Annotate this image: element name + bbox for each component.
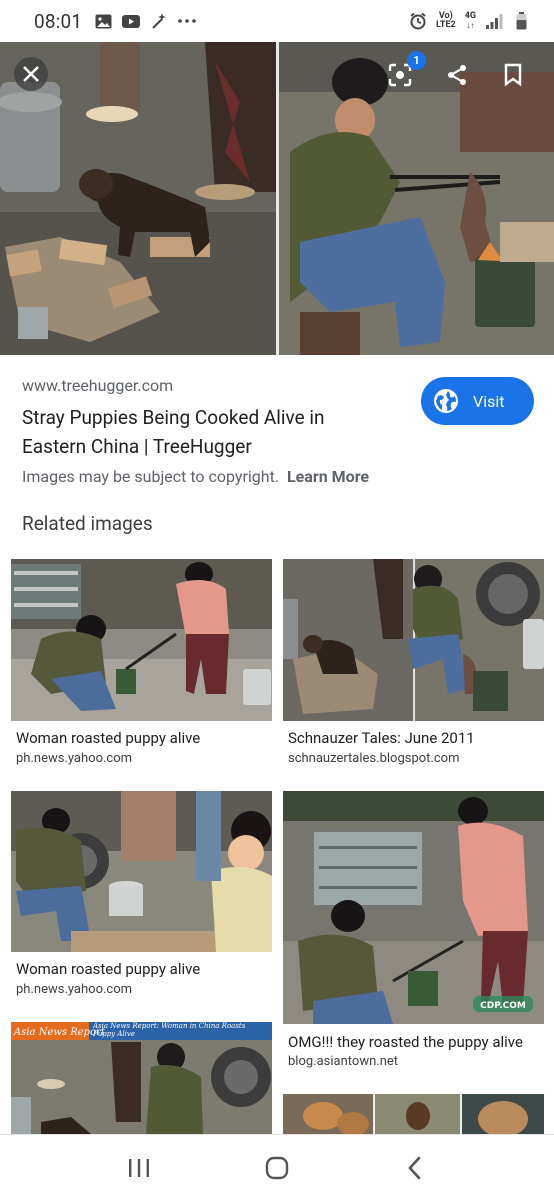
network-indicator: 4G ↓↑ xyxy=(464,11,476,31)
visit-button[interactable]: Visit xyxy=(421,377,534,425)
related-card-title[interactable]: Woman roasted puppy alive xyxy=(16,729,200,747)
volte-bottom-label: LTE2 xyxy=(436,20,456,30)
related-image-thumb[interactable] xyxy=(11,791,272,952)
source-domain[interactable]: www.treehugger.com xyxy=(22,376,173,395)
main-image-viewer[interactable] xyxy=(0,42,554,355)
close-button[interactable] xyxy=(14,57,48,91)
back-button[interactable] xyxy=(385,1143,445,1193)
related-image-thumb[interactable] xyxy=(283,559,544,721)
signal-icon xyxy=(485,12,503,30)
alarm-icon xyxy=(409,12,427,30)
home-icon xyxy=(265,1156,289,1179)
close-icon xyxy=(23,66,39,82)
related-photo xyxy=(283,1094,544,1134)
recent-apps-icon xyxy=(129,1158,149,1177)
bookmark-icon xyxy=(504,63,522,87)
related-photo: Asia News Report Asia News Report: Woman… xyxy=(11,1022,272,1134)
gallery-icon xyxy=(94,12,112,30)
main-photo xyxy=(0,42,554,355)
related-card-source: ph.news.yahoo.com xyxy=(16,982,133,997)
volte-icon: Vo) LTE2 xyxy=(436,12,456,30)
share-button[interactable] xyxy=(440,58,474,92)
more-dots-icon xyxy=(178,12,197,30)
lens-badge: 1 xyxy=(407,51,426,70)
related-photo xyxy=(11,791,272,952)
related-card-source: blog.asiantown.net xyxy=(288,1054,399,1069)
status-time: 08:01 xyxy=(34,9,83,33)
system-nav-bar xyxy=(0,1134,554,1200)
watermark-text: CDP.COM xyxy=(480,1001,526,1011)
related-image-thumb[interactable] xyxy=(11,559,272,721)
copyright-text: Images may be subject to copyright. xyxy=(22,467,280,486)
related-photo xyxy=(283,559,544,721)
magic-wand-icon xyxy=(150,12,168,30)
related-card-source: schnauzertales.blogspot.com xyxy=(288,751,460,766)
related-photo: CDP.COM xyxy=(283,791,544,1024)
related-image-thumb[interactable] xyxy=(283,1094,544,1134)
recent-apps-button[interactable] xyxy=(109,1143,169,1193)
save-button[interactable] xyxy=(496,58,530,92)
copyright-notice: Images may be subject to copyright. Lear… xyxy=(22,467,369,486)
learn-more-link[interactable]: Learn More xyxy=(287,467,369,486)
related-card-source: ph.news.yahoo.com xyxy=(16,751,133,766)
related-card-title[interactable]: Woman roasted puppy alive xyxy=(16,960,200,978)
battery-icon xyxy=(512,12,530,30)
related-image-thumb[interactable]: CDP.COM xyxy=(283,791,544,1024)
result-title[interactable]: Stray Puppies Being Cooked Alive in East… xyxy=(22,403,382,461)
share-icon xyxy=(448,65,466,85)
related-images-heading: Related images xyxy=(22,512,153,535)
network-label: 4G xyxy=(464,11,476,21)
related-photo xyxy=(11,559,272,721)
status-bar: 08:01 Vo) LTE2 4G ↓↑ xyxy=(0,0,554,42)
related-image-thumb[interactable]: Asia News Report Asia News Report: Woman… xyxy=(11,1022,272,1134)
data-arrows-icon: ↓↑ xyxy=(466,21,475,30)
back-icon xyxy=(408,1156,421,1179)
related-card-title[interactable]: Schnauzer Tales: June 2011 xyxy=(288,729,475,747)
thumb-caption: Asia News Report xyxy=(13,1027,106,1038)
thumb-subcaption: Asia News Report: Woman in China Roasts … xyxy=(93,1022,246,1038)
related-card-title[interactable]: OMG!!! they roasted the puppy alive xyxy=(288,1033,523,1051)
globe-icon xyxy=(434,389,458,413)
visit-label: Visit xyxy=(473,391,505,411)
youtube-icon xyxy=(122,12,141,30)
home-button[interactable] xyxy=(247,1143,307,1193)
